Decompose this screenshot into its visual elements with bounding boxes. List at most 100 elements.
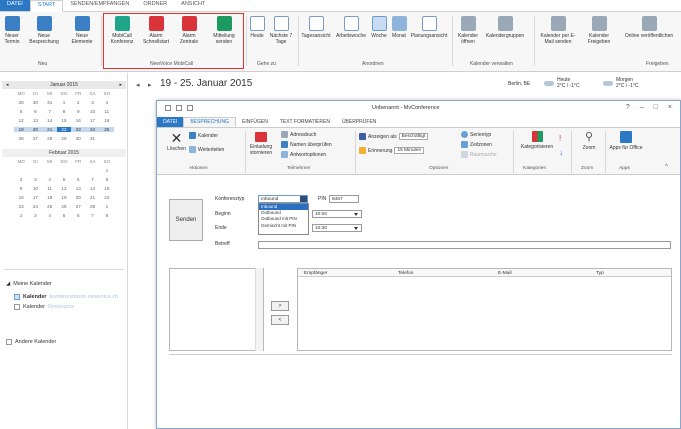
work-week-button[interactable]: Arbeitswoche (334, 16, 368, 39)
option-mixed-pin[interactable]: Gemischt mit PIN (259, 223, 308, 229)
column-recipient[interactable]: Empfänger (304, 271, 327, 276)
help-icon[interactable]: ? (626, 104, 630, 111)
today-button[interactable]: Heute (248, 16, 266, 39)
open-calendar-button[interactable]: Kalender öffnen (454, 16, 482, 45)
pin-input[interactable]: 8467 (329, 195, 359, 203)
my-calendars-group[interactable]: ◢ Meine Kalender (6, 281, 52, 287)
meeting-tab-einfuegen[interactable]: EINFÜGEN (236, 117, 274, 127)
check-names-button[interactable]: Namen überprüfen (281, 141, 332, 148)
tab-datei[interactable]: DATEI (0, 0, 30, 11)
delete-button[interactable]: ✕ Löschen (167, 131, 186, 152)
recurrence-button[interactable]: Serientyp (461, 131, 491, 138)
collapse-icon[interactable]: ◢ (6, 281, 10, 287)
minimize-icon[interactable]: – (640, 104, 644, 111)
forward-button[interactable]: Weiterleiten (189, 146, 224, 153)
calendar-item-1[interactable]: Kalender konferenzraum.newvoice.ch (14, 294, 118, 300)
calendar-checkbox[interactable] (14, 294, 20, 300)
tab-ansicht[interactable]: ANSICHT (174, 0, 212, 11)
calendar-item-label: Kalender (23, 294, 47, 300)
conference-type-select[interactable]: Inbound (258, 195, 308, 203)
meeting-title-bar: Unbenannt - MvConference ? – □ × (157, 101, 680, 116)
prev-month-icon[interactable]: ◂ (6, 82, 9, 88)
open-calendar-icon (460, 16, 476, 31)
other-calendars-label: Andere Kalender (15, 339, 57, 345)
undo-icon[interactable] (176, 105, 182, 111)
next-week-icon[interactable]: ▸ (148, 81, 152, 89)
tab-senden-empfangen[interactable]: SENDEN/EMPFANGEN (63, 0, 136, 11)
weather-city[interactable]: Berlin, BE (508, 81, 530, 87)
alarm-center-button[interactable]: Alarm Zentrale (174, 16, 204, 45)
new-appointment-button[interactable]: Neuer Termin (2, 16, 22, 45)
meeting-tab-ueberpruefen[interactable]: ÜBERPRÜFEN (336, 117, 382, 127)
open-calendar-label: Kalender öffnen (457, 33, 478, 45)
calendar-groups-button[interactable]: Kalendergruppen (484, 16, 526, 39)
zoom-button[interactable]: ⚲ Zoom (577, 131, 601, 151)
next-month-icon[interactable]: ▸ (119, 82, 122, 88)
subject-input[interactable] (258, 241, 671, 249)
tab-start[interactable]: START (29, 0, 64, 12)
schedule-view-button[interactable]: Planungsansicht (410, 16, 448, 39)
importance-low-icon[interactable]: ↓ (559, 148, 563, 157)
weather-tomorrow-temp: 2°C / -1°C (616, 83, 639, 89)
conference-type-label: Konferenztyp (215, 196, 245, 202)
begin-label: Beginn (215, 211, 231, 217)
column-type[interactable]: Typ (596, 271, 604, 276)
importance-high-icon[interactable]: ! (559, 134, 561, 143)
end-time-value: 10:30 (315, 226, 328, 231)
today-label: Heute (250, 33, 264, 39)
meeting-tab-text-formatieren[interactable]: TEXT FORMATIEREN (274, 117, 336, 127)
remove-participant-button[interactable]: < (271, 315, 289, 325)
group-label-teilnehmer: Teilnehmer (287, 166, 311, 171)
response-options-button[interactable]: Antwortoptionen (281, 151, 326, 158)
maximize-icon[interactable]: □ (654, 104, 658, 111)
send-message-button[interactable]: Mitteilung senden (208, 16, 240, 45)
cancel-invitation-button[interactable]: Einladung stornieren (249, 132, 273, 156)
send-button[interactable]: Senden (169, 199, 203, 241)
close-icon[interactable]: × (668, 104, 672, 111)
other-calendars-group[interactable]: Andere Kalender (6, 339, 56, 345)
alarm-quickstart-button[interactable]: Alarm Schnellstart (140, 16, 172, 45)
email-calendar-button[interactable]: Kalender per E-Mail senden (536, 16, 580, 45)
my-calendars-label: Meine Kalender (13, 281, 52, 287)
save-icon[interactable] (165, 105, 171, 111)
calendar-item-2[interactable]: Kalender Ressource (14, 304, 74, 310)
share-calendar-icon (591, 16, 607, 31)
apps-for-office-button[interactable]: Apps für Office (609, 131, 643, 151)
send-message-label: Mitteilung senden (213, 33, 235, 45)
month-view-button[interactable]: Monat (390, 16, 408, 39)
categorize-button[interactable]: Kategorisieren (517, 131, 557, 150)
day-view-button[interactable]: Tagesansicht (300, 16, 332, 39)
available-participants-list[interactable] (169, 268, 264, 351)
list-scrollbar[interactable] (255, 268, 263, 351)
meeting-tab-besprechung[interactable]: BESPRECHUNG (183, 117, 236, 127)
new-meeting-button[interactable]: Neue Besprechung (28, 16, 60, 45)
time-zones-button[interactable]: Zeitzonen (461, 141, 492, 148)
calendar-button[interactable]: Kalender (189, 132, 218, 139)
room-finder-button[interactable]: Raumsuche (461, 151, 497, 158)
column-phone[interactable]: Telefon (398, 271, 413, 276)
show-as-dropdown[interactable]: Beschäftigt (398, 133, 429, 140)
mobicall-conference-button[interactable]: MobiCall Konferenz (106, 16, 138, 45)
next-7-days-button[interactable]: Nächste 7 Tage (268, 16, 294, 45)
today-cell[interactable]: 22 (56, 127, 72, 132)
end-time-select[interactable]: 10:30 (312, 224, 362, 232)
meeting-notes-area[interactable] (169, 354, 672, 426)
publish-online-label: Online veröffentlichen (624, 33, 674, 39)
share-calendar-button[interactable]: Kalender Freigeben (582, 16, 616, 45)
begin-time-select[interactable]: 10:00 (312, 210, 362, 218)
week-view-button[interactable]: Woche (370, 16, 388, 39)
address-book-button[interactable]: Adressbuch (281, 131, 316, 138)
column-email[interactable]: E-Mail (498, 271, 512, 276)
calendar-checkbox[interactable] (14, 304, 20, 310)
publish-online-button[interactable]: Online veröffentlichen (620, 16, 678, 39)
collapse-ribbon-icon[interactable]: ^ (665, 164, 668, 170)
other-calendars-checkbox[interactable] (6, 339, 12, 345)
redo-icon[interactable] (187, 105, 193, 111)
reminder-dropdown[interactable]: 15 Minuten (394, 147, 425, 154)
prev-week-icon[interactable]: ◂ (136, 81, 140, 89)
meeting-tab-datei[interactable]: DATEI (157, 117, 184, 127)
tab-ordner[interactable]: ORDNER (136, 0, 174, 11)
new-items-button[interactable]: Neue Elemente (68, 16, 96, 45)
ribbon-separator (513, 131, 514, 173)
add-participant-button[interactable]: > (271, 301, 289, 311)
